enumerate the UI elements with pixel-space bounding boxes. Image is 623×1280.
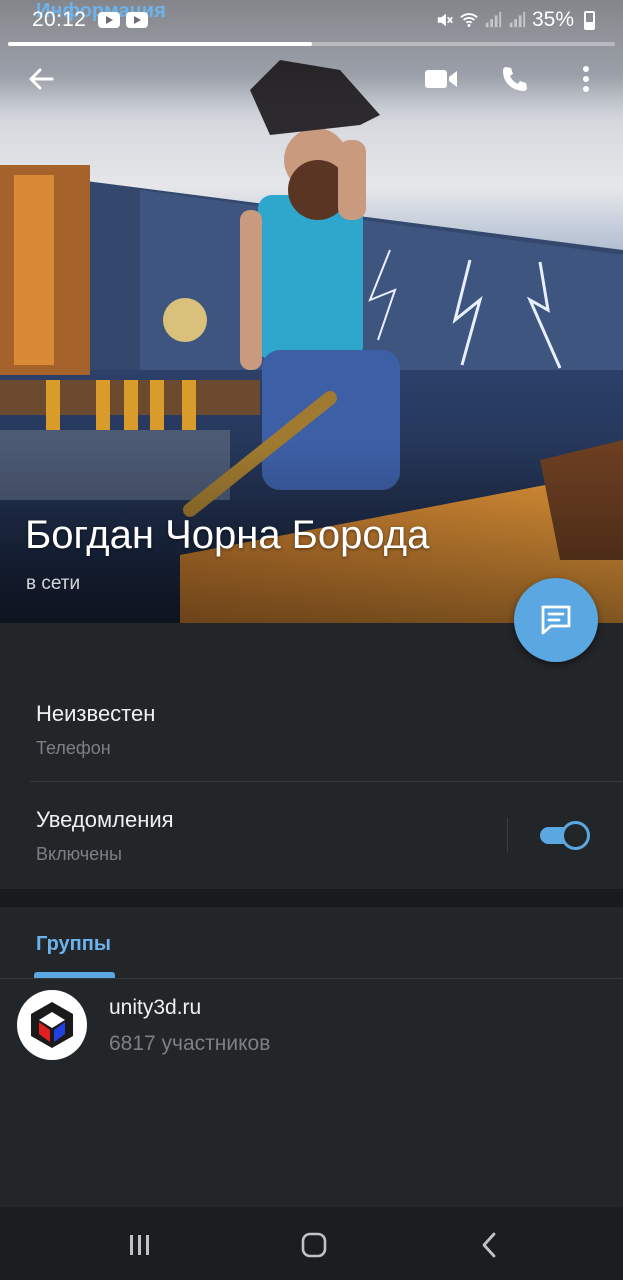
profile-name: Богдан Чорна Борода xyxy=(25,513,430,557)
system-back-button[interactable] xyxy=(469,1225,509,1265)
more-vertical-icon xyxy=(583,66,589,92)
home-icon xyxy=(301,1232,327,1258)
back-icon xyxy=(482,1232,496,1258)
back-arrow-icon xyxy=(29,68,54,90)
clock: 20:12 xyxy=(32,8,87,31)
status-bar: 20:12 35% xyxy=(0,0,623,40)
recents-button[interactable] xyxy=(120,1225,160,1265)
message-icon xyxy=(541,605,571,635)
recents-icon xyxy=(130,1235,149,1255)
phone-value: Неизвестен xyxy=(36,701,156,726)
notifications-toggle[interactable] xyxy=(538,818,592,852)
group-avatar xyxy=(17,990,87,1060)
tab-divider xyxy=(0,978,623,979)
vertical-divider xyxy=(507,818,508,852)
notifications-state: Включены xyxy=(36,844,122,864)
online-status: в сети xyxy=(26,573,81,594)
more-options-button[interactable] xyxy=(563,56,609,102)
group-members: 6817 участников xyxy=(109,1032,271,1055)
youtube-icon xyxy=(98,12,121,28)
divider xyxy=(30,781,623,782)
status-icons: 35% xyxy=(436,8,595,32)
send-message-button[interactable] xyxy=(514,578,598,662)
group-name: unity3d.ru xyxy=(109,996,202,1019)
photo-progress-bar xyxy=(8,42,615,46)
battery-icon xyxy=(584,10,595,30)
phone-label: Телефон xyxy=(36,738,111,758)
youtube-icon xyxy=(126,12,149,28)
toggle-knob xyxy=(561,821,590,850)
tab-groups[interactable]: Группы xyxy=(36,933,111,956)
group-list-item[interactable]: unity3d.ru 6817 участников xyxy=(0,980,623,1072)
phone-icon xyxy=(503,67,527,91)
wifi-icon xyxy=(460,13,478,27)
profile-toolbar xyxy=(0,48,623,110)
signal-icon xyxy=(485,11,502,28)
video-call-button[interactable] xyxy=(418,56,464,102)
voice-call-button[interactable] xyxy=(491,56,537,102)
notifications-title: Уведомления xyxy=(36,807,174,832)
home-button[interactable] xyxy=(294,1225,334,1265)
system-navigation-bar xyxy=(0,1207,623,1280)
photo-progress-fill xyxy=(8,42,312,46)
video-call-icon xyxy=(425,70,457,88)
section-gap xyxy=(0,889,623,907)
back-button[interactable] xyxy=(18,56,64,102)
mute-icon xyxy=(437,13,453,27)
signal-icon xyxy=(509,11,526,28)
battery-percent: 35% xyxy=(531,8,574,31)
unity-logo-icon xyxy=(31,1002,73,1048)
